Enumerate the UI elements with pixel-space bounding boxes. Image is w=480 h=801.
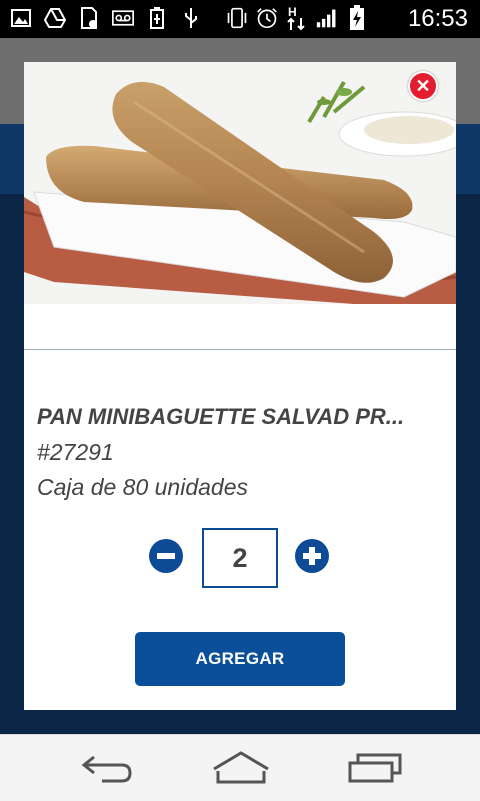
navigation-bar: [0, 734, 480, 801]
product-pack: Caja de 80 unidades: [37, 474, 248, 500]
product-dialog: ✕ PAN MINIBAGUETTE SALVAD PR... #27291 C…: [24, 62, 456, 710]
status-time: 16:53: [407, 5, 468, 32]
signal-icon: [316, 7, 338, 29]
battery-saver-icon: [146, 7, 168, 29]
sd-card-icon: [78, 7, 100, 29]
quantity-field[interactable]: 2: [202, 528, 278, 588]
recent-apps-icon[interactable]: [348, 751, 402, 790]
add-to-cart-button[interactable]: AGREGAR: [135, 632, 345, 686]
close-button[interactable]: ✕: [408, 71, 438, 101]
back-icon[interactable]: [80, 751, 134, 790]
divider: [24, 349, 456, 350]
product-code: #27291: [37, 439, 114, 465]
product-image: ✕: [24, 62, 456, 304]
minus-icon: [157, 553, 175, 559]
alarm-icon: [256, 7, 278, 29]
decrease-quantity-button[interactable]: [149, 539, 183, 573]
battery-charging-icon: [346, 5, 368, 30]
svg-text:H: H: [288, 5, 297, 19]
vibrate-icon: [226, 7, 248, 29]
usb-icon: [180, 7, 202, 29]
close-icon: ✕: [415, 75, 431, 96]
increase-quantity-button[interactable]: [295, 539, 329, 573]
plus-icon: [303, 547, 321, 565]
product-name: PAN MINIBAGUETTE SALVAD PR...: [37, 404, 405, 429]
status-bar: H 16:53: [0, 0, 480, 38]
drive-icon: [44, 7, 66, 29]
voicemail-icon: [112, 7, 134, 29]
image-icon: [10, 7, 32, 29]
hspa-icon: H: [286, 5, 308, 31]
home-icon[interactable]: [212, 751, 270, 790]
